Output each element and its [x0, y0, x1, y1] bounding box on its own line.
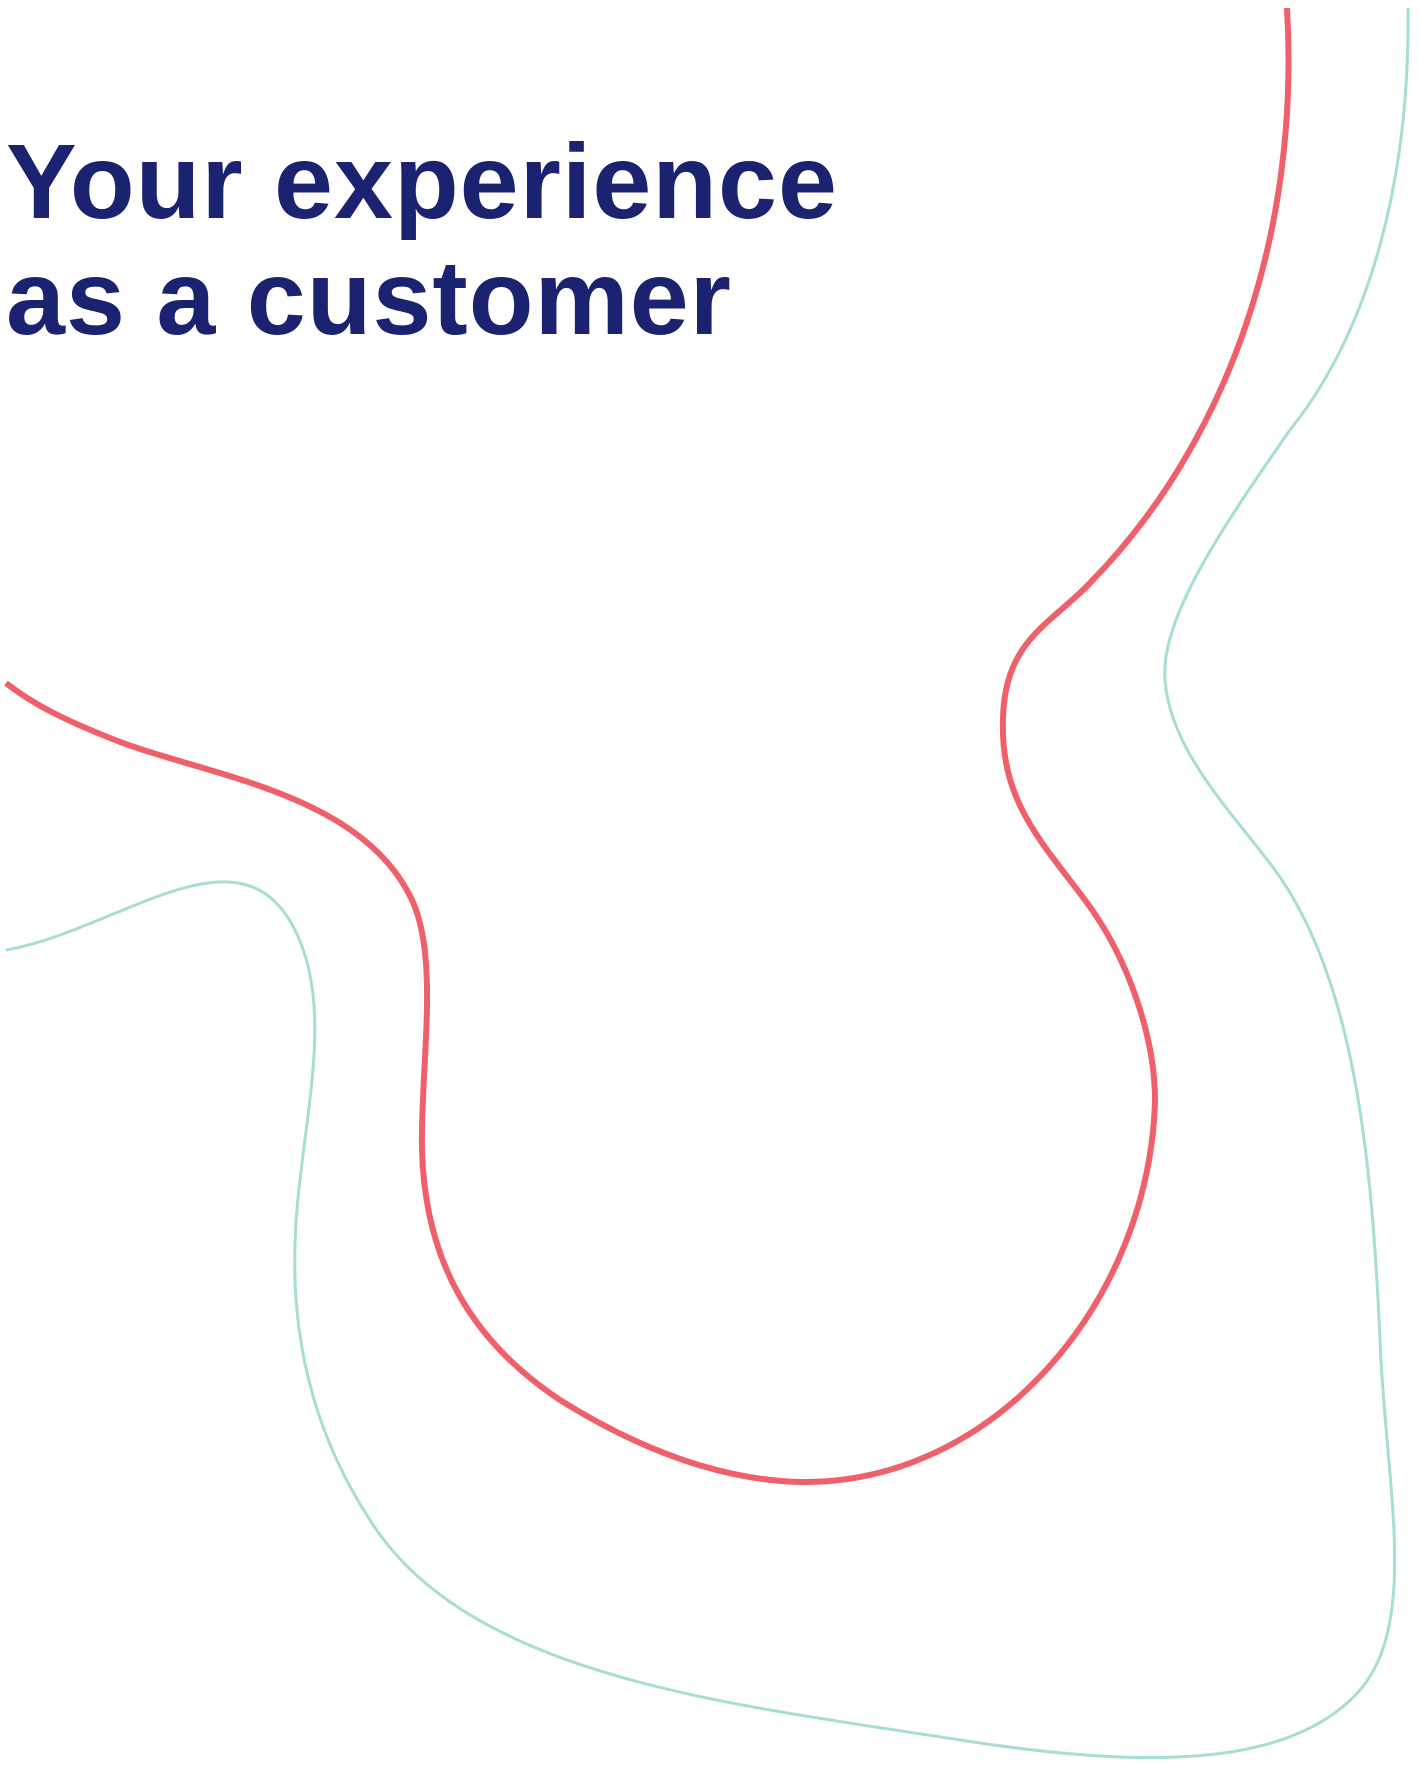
page: Your experience as a customer [0, 0, 1419, 1769]
page-title: Your experience as a customer [6, 124, 838, 356]
title-line-1: Your experience [6, 123, 838, 241]
title-line-2: as a customer [6, 239, 732, 357]
